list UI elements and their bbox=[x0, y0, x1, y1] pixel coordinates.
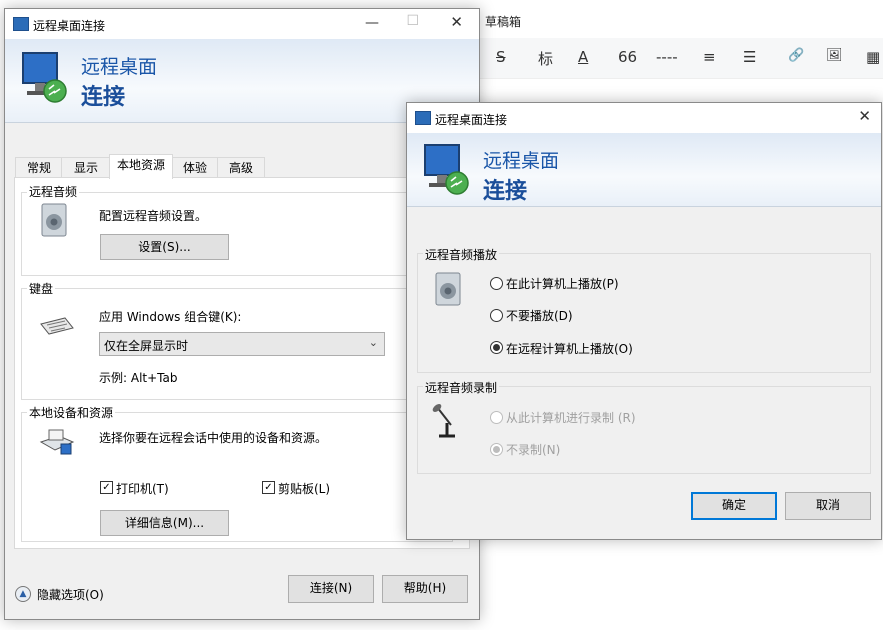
main-window-title: 远程桌面连接 bbox=[33, 19, 106, 33]
link-icon[interactable]: 🔗 bbox=[788, 48, 804, 63]
align-icon[interactable]: ≡ bbox=[703, 48, 716, 66]
dialog-banner-line2: 连接 bbox=[483, 179, 528, 204]
remote-audio-group bbox=[21, 192, 453, 276]
no-record-label[interactable]: 不录制(N) bbox=[506, 441, 560, 458]
connect-button[interactable]: 连接(N) bbox=[288, 575, 374, 603]
no-record-radio[interactable] bbox=[490, 443, 503, 456]
font-color-icon[interactable]: A bbox=[578, 48, 588, 66]
cancel-button[interactable]: 取消 bbox=[785, 492, 871, 520]
tab-general[interactable]: 常规 bbox=[15, 157, 63, 178]
clipboard-checkbox[interactable]: ✓ bbox=[262, 481, 275, 494]
tab-display[interactable]: 显示 bbox=[61, 157, 111, 178]
keyboard-example: 示例: Alt+Tab bbox=[99, 371, 178, 385]
monitor-icon bbox=[22, 52, 67, 103]
audio-description: 配置远程音频设置。 bbox=[99, 209, 208, 223]
record-local-label[interactable]: 从此计算机进行录制 (R) bbox=[506, 409, 636, 426]
tab-advanced[interactable]: 高级 bbox=[217, 157, 265, 178]
speaker-icon bbox=[41, 203, 67, 237]
monitor-icon bbox=[424, 144, 469, 195]
list-icon[interactable]: ☰ bbox=[743, 48, 756, 66]
play-local-label[interactable]: 在此计算机上播放(P) bbox=[506, 275, 619, 292]
maximize-icon[interactable]: ☐ bbox=[406, 13, 419, 29]
rdp-app-icon bbox=[415, 111, 431, 125]
play-local-radio[interactable] bbox=[490, 277, 503, 290]
tab-experience[interactable]: 体验 bbox=[171, 157, 219, 178]
hide-options-label[interactable]: 隐藏选项(O) bbox=[37, 586, 104, 603]
banner-line1: 远程桌面 bbox=[81, 56, 158, 78]
hide-options-icon[interactable]: ▲ bbox=[15, 586, 31, 602]
more-icon[interactable]: ▦ bbox=[866, 48, 880, 66]
image-icon[interactable]: 🖼 bbox=[826, 48, 843, 63]
chevron-down-icon: ⌄ bbox=[368, 336, 378, 349]
no-play-radio[interactable] bbox=[490, 309, 503, 322]
local-resources-panel: 远程音频 配置远程音频设置。 设置(S)... 键盘 应用 Windows 组合… bbox=[14, 177, 470, 549]
dialog-close-icon[interactable]: ✕ bbox=[858, 107, 871, 125]
editor-title: 草稿箱 bbox=[485, 15, 522, 29]
dialog-banner: 远程桌面 连接 bbox=[407, 133, 881, 207]
heading-icon[interactable]: 标 bbox=[538, 48, 553, 69]
ok-button[interactable]: 确定 bbox=[691, 492, 777, 520]
dialog-banner-line1: 远程桌面 bbox=[483, 150, 560, 172]
dialog-titlebar: 远程桌面连接 ✕ bbox=[407, 103, 881, 133]
local-devices-description: 选择你要在远程会话中使用的设备和资源。 bbox=[99, 431, 328, 445]
tab-local-resources[interactable]: 本地资源 bbox=[109, 154, 173, 179]
remote-audio-group-label: 远程音频 bbox=[27, 183, 80, 200]
quote-icon[interactable]: 66 bbox=[618, 48, 637, 66]
playback-group-label: 远程音频播放 bbox=[423, 246, 500, 263]
remote-audio-dialog: 远程桌面连接 ✕ 远程桌面 连接 远程音频播放 在此计算机上播放(P) 不要播放… bbox=[406, 102, 882, 540]
minimize-icon[interactable]: — bbox=[365, 15, 379, 31]
details-button[interactable]: 详细信息(M)... bbox=[100, 510, 229, 536]
record-local-radio[interactable] bbox=[490, 411, 503, 424]
local-devices-group-label: 本地设备和资源 bbox=[27, 404, 116, 421]
keyboard-combo-select[interactable]: 仅在全屏显示时 ⌄ bbox=[99, 332, 385, 356]
main-titlebar: 远程桌面连接 — ☐ ✕ bbox=[5, 9, 479, 39]
clipboard-label: 剪贴板(L) bbox=[278, 482, 331, 496]
recording-group-label: 远程音频录制 bbox=[423, 379, 500, 396]
recording-group bbox=[417, 386, 871, 474]
rdp-app-icon bbox=[13, 17, 29, 31]
keyboard-group-label: 键盘 bbox=[27, 280, 56, 297]
close-icon[interactable]: ✕ bbox=[450, 13, 463, 31]
play-remote-label[interactable]: 在远程计算机上播放(O) bbox=[506, 340, 633, 357]
no-play-label[interactable]: 不要播放(D) bbox=[506, 307, 573, 324]
printer-checkbox[interactable]: ✓ bbox=[100, 481, 113, 494]
keyboard-label: 应用 Windows 组合键(K): bbox=[99, 310, 242, 324]
playback-group bbox=[417, 253, 871, 373]
microphone-icon bbox=[432, 404, 455, 438]
audio-settings-button[interactable]: 设置(S)... bbox=[100, 234, 229, 260]
help-button[interactable]: 帮助(H) bbox=[382, 575, 468, 603]
devices-icon bbox=[39, 429, 75, 455]
dialog-title: 远程桌面连接 bbox=[435, 113, 508, 127]
strikethrough-icon[interactable]: S bbox=[496, 48, 506, 66]
banner-line2: 连接 bbox=[81, 85, 126, 110]
editor-toolbar: S 标 A 66 ---- ≡ ☰ 🔗 🖼 ▦ bbox=[478, 38, 883, 79]
printer-label: 打印机(T) bbox=[116, 482, 169, 496]
horizontal-rule-icon[interactable]: ---- bbox=[656, 48, 678, 66]
speaker-icon bbox=[435, 272, 461, 306]
play-remote-radio[interactable] bbox=[490, 341, 503, 354]
keyboard-icon bbox=[40, 317, 74, 335]
keyboard-combo-value: 仅在全屏显示时 bbox=[104, 339, 189, 353]
